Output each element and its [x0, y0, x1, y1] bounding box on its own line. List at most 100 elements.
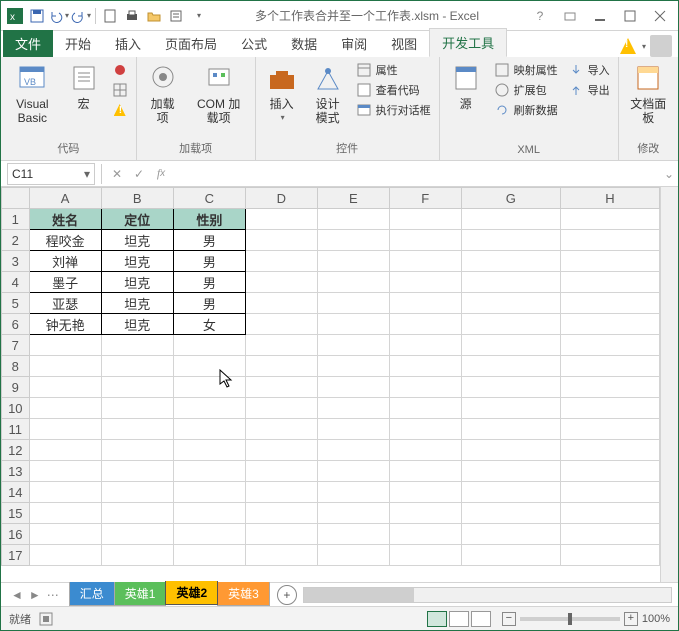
visual-basic-button[interactable]: VB Visual Basic [7, 61, 58, 128]
cell[interactable]: 定位 [101, 209, 173, 230]
cell[interactable] [560, 482, 659, 503]
addins-button[interactable]: 加载项 [143, 61, 183, 128]
macro-rec-status-icon[interactable] [39, 612, 53, 626]
col-header[interactable]: F [389, 188, 461, 209]
cell[interactable] [29, 503, 101, 524]
cell[interactable] [317, 524, 389, 545]
row-header[interactable]: 10 [2, 398, 30, 419]
new-icon[interactable] [100, 6, 120, 26]
cell[interactable] [173, 482, 245, 503]
cell[interactable] [389, 419, 461, 440]
cell[interactable] [461, 314, 560, 335]
tab-view[interactable]: 视图 [379, 30, 429, 57]
cell[interactable] [29, 335, 101, 356]
cell[interactable] [29, 482, 101, 503]
row-header[interactable]: 17 [2, 545, 30, 566]
cell[interactable] [389, 461, 461, 482]
row-header[interactable]: 15 [2, 503, 30, 524]
cell[interactable] [29, 545, 101, 566]
cell[interactable] [173, 419, 245, 440]
row-header[interactable]: 7 [2, 335, 30, 356]
cell[interactable] [245, 335, 317, 356]
cell[interactable] [173, 335, 245, 356]
col-header[interactable]: E [317, 188, 389, 209]
insert-control-button[interactable]: 插入▾ [262, 61, 302, 125]
cell[interactable] [101, 398, 173, 419]
cell[interactable]: 男 [173, 272, 245, 293]
cell[interactable] [317, 293, 389, 314]
cell[interactable] [245, 419, 317, 440]
view-pagebreak-icon[interactable] [471, 611, 491, 627]
save-icon[interactable] [27, 6, 47, 26]
sheet-prev-icon[interactable]: ◄ [9, 588, 25, 602]
cell[interactable]: 坦克 [101, 230, 173, 251]
cell[interactable] [317, 545, 389, 566]
namebox-dropdown-icon[interactable]: ▾ [84, 167, 90, 181]
new-sheet-button[interactable]: + [277, 585, 297, 605]
col-header[interactable]: B [101, 188, 173, 209]
cell[interactable] [461, 461, 560, 482]
cell[interactable]: 亚瑟 [29, 293, 101, 314]
cell[interactable] [389, 335, 461, 356]
row-header[interactable]: 3 [2, 251, 30, 272]
run-dialog-button[interactable]: 执行对话框 [354, 101, 433, 119]
qat-dropdown-icon[interactable]: ▾ [188, 6, 208, 26]
properties-button[interactable]: 属性 [354, 61, 433, 79]
cancel-formula-icon[interactable]: ✕ [106, 163, 128, 185]
tab-home[interactable]: 开始 [53, 30, 103, 57]
cell[interactable] [389, 272, 461, 293]
cell[interactable] [389, 440, 461, 461]
cell[interactable] [560, 398, 659, 419]
tab-layout[interactable]: 页面布局 [153, 30, 229, 57]
cell[interactable] [461, 419, 560, 440]
macro-security-button[interactable] [110, 101, 130, 119]
row-header[interactable]: 1 [2, 209, 30, 230]
cell[interactable]: 女 [173, 314, 245, 335]
cell[interactable] [461, 440, 560, 461]
cell-grid[interactable]: A B C D E F G H 1 姓名 定位 性别 2 程咬金 坦克 [1, 187, 660, 582]
horizontal-scrollbar[interactable] [303, 587, 672, 603]
com-addins-button[interactable]: COM 加载项 [189, 61, 249, 128]
doc-panel-button[interactable]: 文档面板 [625, 61, 672, 128]
cell[interactable] [560, 440, 659, 461]
cell[interactable] [389, 377, 461, 398]
cell[interactable] [101, 503, 173, 524]
col-header[interactable]: C [173, 188, 245, 209]
import-button[interactable]: 导入 [566, 61, 612, 79]
cell[interactable] [560, 209, 659, 230]
cell[interactable] [461, 377, 560, 398]
sheet-tab-hero1[interactable]: 英雄1 [114, 582, 167, 606]
cell[interactable]: 男 [173, 293, 245, 314]
cell[interactable] [317, 251, 389, 272]
enter-formula-icon[interactable]: ✓ [128, 163, 150, 185]
cell[interactable] [560, 293, 659, 314]
vertical-scrollbar[interactable] [660, 187, 678, 582]
source-button[interactable]: 源 [446, 61, 486, 113]
cell[interactable] [560, 356, 659, 377]
cell[interactable] [317, 230, 389, 251]
cell[interactable] [101, 545, 173, 566]
cell[interactable] [245, 356, 317, 377]
select-all-corner[interactable] [2, 188, 30, 209]
ribbon-options-icon[interactable] [556, 6, 584, 26]
cell[interactable] [317, 398, 389, 419]
cell[interactable] [317, 356, 389, 377]
close-icon[interactable] [646, 6, 674, 26]
cell[interactable]: 男 [173, 230, 245, 251]
cell[interactable] [245, 524, 317, 545]
minimize-icon[interactable] [586, 6, 614, 26]
sheet-next-icon[interactable]: ► [27, 588, 43, 602]
cell[interactable] [245, 293, 317, 314]
cell[interactable] [560, 251, 659, 272]
row-header[interactable]: 16 [2, 524, 30, 545]
cell[interactable]: 程咬金 [29, 230, 101, 251]
cell[interactable] [317, 419, 389, 440]
cell[interactable] [560, 230, 659, 251]
row-header[interactable]: 9 [2, 377, 30, 398]
cell[interactable] [173, 524, 245, 545]
cell[interactable] [389, 545, 461, 566]
redo-icon[interactable]: ▾ [71, 6, 91, 26]
zoom-out-button[interactable]: − [502, 612, 516, 626]
cell[interactable] [101, 377, 173, 398]
cell[interactable] [389, 209, 461, 230]
